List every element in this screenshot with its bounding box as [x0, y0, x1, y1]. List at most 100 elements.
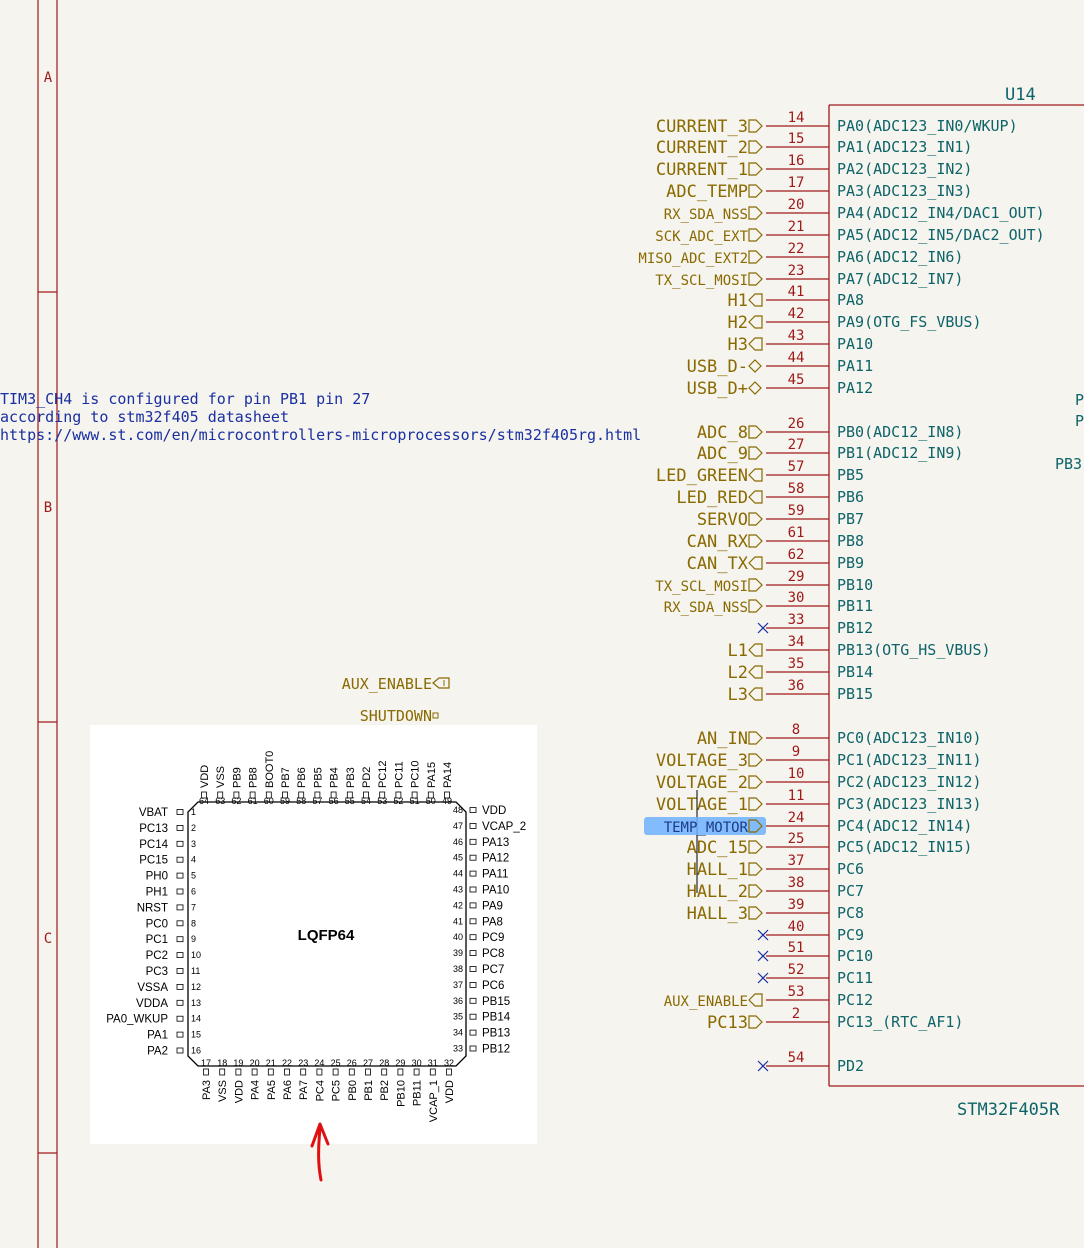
symbol-pin[interactable]: 44 PA11 USB_D- [687, 350, 874, 377]
pin-name: PB11 [837, 597, 873, 615]
pin-name: PB14 [482, 1012, 511, 1024]
symbol-pin[interactable]: 57 PB5 LED_GREEN [656, 459, 864, 486]
loose-label-shutdown[interactable]: SHUTDOWN [360, 707, 439, 725]
pin-number: 20 [250, 1058, 260, 1068]
pin-name: PH1 [146, 887, 168, 899]
output-flag-icon [748, 753, 763, 767]
input-flag-icon [748, 315, 763, 329]
pin-number: 24 [314, 1058, 324, 1068]
pin-name: PA6 [282, 1080, 294, 1100]
output-flag-icon [748, 1015, 763, 1029]
net-label: RX_SDA_NSS [664, 600, 748, 616]
pin-name: PC0(ADC123_IN10) [837, 729, 982, 747]
pin-name: PC11 [393, 761, 405, 788]
loose-label-aux-enable[interactable]: AUX_ENABLE [342, 675, 450, 693]
output-flag-icon [748, 272, 763, 286]
pin-number: 26 [788, 416, 805, 432]
pin-name: VSS [217, 1080, 229, 1102]
pin-name: PB2 [379, 1080, 391, 1101]
stm32-symbol[interactable]: U14 STM32F405R P P PB3 14 PA0(ADC123_IN0/… [638, 85, 1084, 1120]
pin-name: PB5 [312, 767, 324, 788]
net-label: VOLTAGE_1 [656, 795, 748, 815]
pin-number: 26 [347, 1058, 357, 1068]
symbol-pin[interactable]: 26 PB0(ADC12_IN8) ADC_8 [697, 416, 964, 443]
pin-name: PB10 [395, 1080, 407, 1107]
net-label: RX_SDA_NSS [664, 207, 748, 223]
pin-name: PC13 [139, 823, 168, 835]
net-label: SERVO [697, 510, 748, 530]
pin-number: 58 [788, 481, 805, 497]
net-label: CURRENT_3 [656, 117, 748, 137]
symbol-pin[interactable]: 14 PA0(ADC123_IN0/WKUP) CURRENT_3 [656, 110, 1018, 137]
symbol-pin[interactable]: 36 PB15 L3 [728, 678, 874, 705]
note-line: https://www.st.com/en/microcontrollers-m… [0, 426, 641, 444]
symbol-pin[interactable]: 53 PC12 AUX_ENABLE [664, 984, 873, 1010]
pin-number: 20 [788, 197, 805, 213]
symbol-pin[interactable]: 40 PC9 [757, 919, 864, 944]
pin-name: PC1 [146, 934, 168, 946]
pin-name: PD2 [361, 767, 373, 788]
symbol-pin[interactable]: 52 PC11 [757, 962, 873, 987]
zone-label: C [44, 931, 52, 947]
pin-name: PA9 [482, 900, 503, 912]
pin-number: 22 [788, 241, 805, 257]
output-flag-icon [748, 425, 763, 439]
symbol-pin[interactable]: 2 PC13_(RTC_AF1) PC13 [707, 1006, 963, 1033]
output-flag-icon [748, 906, 763, 920]
pin-number: 59 [788, 503, 805, 519]
pin-name: PB1(ADC12_IN9) [837, 444, 963, 462]
pin-number: 4 [191, 855, 196, 865]
pin-number: 25 [788, 831, 805, 847]
pin-number: 44 [453, 869, 463, 879]
text-note[interactable]: TIM3_CH4 is configured for pin PB1 pin 2… [0, 390, 641, 444]
pin-number: 22 [282, 1058, 292, 1068]
schematic-sheet[interactable]: A B C TIM3_CH4 is configured for pin PB1… [0, 0, 1084, 1248]
pin-number: 8 [191, 918, 196, 928]
pin-name: PA12 [482, 853, 509, 865]
pin-name: PA9(OTG_FS_VBUS) [837, 313, 982, 331]
pin-name: PB15 [837, 685, 873, 703]
pin-number: 37 [788, 853, 805, 869]
pin-name: PA1(ADC123_IN1) [837, 138, 972, 156]
pin-number: 62 [231, 796, 241, 806]
pin-number: 3 [191, 839, 196, 849]
symbol-pin[interactable]: 54 PD2 [757, 1050, 864, 1075]
pin-number: 5 [191, 871, 196, 881]
pin-name: PA2 [147, 1046, 168, 1058]
pin-name: PB4 [329, 767, 341, 788]
pin-name: PC9 [837, 926, 864, 944]
pin-number: 30 [788, 590, 805, 606]
symbol-pin[interactable]: 42 PA9(OTG_FS_VBUS) H2 [728, 306, 982, 333]
pin-name: VDD [199, 765, 211, 788]
output-flag-icon [748, 731, 763, 745]
symbol-pin[interactable]: 8 PC0(ADC123_IN10) AN_IN [697, 722, 982, 749]
net-label: LED_RED [676, 488, 748, 508]
pin-number: 14 [191, 1014, 201, 1024]
sheet-border: A B C [37, 0, 58, 1248]
symbol-pin[interactable]: 34 PB13(OTG_HS_VBUS) L1 [728, 634, 991, 661]
output-flag-icon [748, 578, 763, 592]
pin-number: 36 [453, 996, 463, 1006]
input-flag-icon [432, 677, 450, 689]
net-label: ADC_15 [687, 838, 748, 858]
pin-number: 15 [788, 131, 805, 147]
pin-number: 39 [453, 948, 463, 958]
pin-name: PA10 [837, 335, 873, 353]
input-flag-icon [748, 468, 763, 482]
pin-number: 64 [199, 796, 209, 806]
pin-name: PC2(ADC123_IN12) [837, 773, 982, 791]
net-label: ADC_9 [697, 444, 748, 464]
pin-number: 41 [453, 916, 463, 926]
pin-number: 23 [298, 1058, 308, 1068]
pin-number: 9 [792, 744, 800, 760]
lqfp64-pinout-image[interactable]: LQFP64 64VDD63VSS62PB961PB860BOOT059PB75… [90, 725, 537, 1144]
input-flag-icon [748, 490, 763, 504]
pin-number: 33 [453, 1044, 463, 1054]
net-label: H2 [728, 313, 748, 333]
pin-name: PC9 [482, 932, 504, 944]
net-label: LED_GREEN [656, 466, 748, 486]
symbol-pin[interactable]: 33 PB12 [757, 612, 873, 637]
pin-number: 11 [191, 966, 200, 976]
output-flag-icon [748, 446, 763, 460]
output-flag-icon [748, 512, 763, 526]
